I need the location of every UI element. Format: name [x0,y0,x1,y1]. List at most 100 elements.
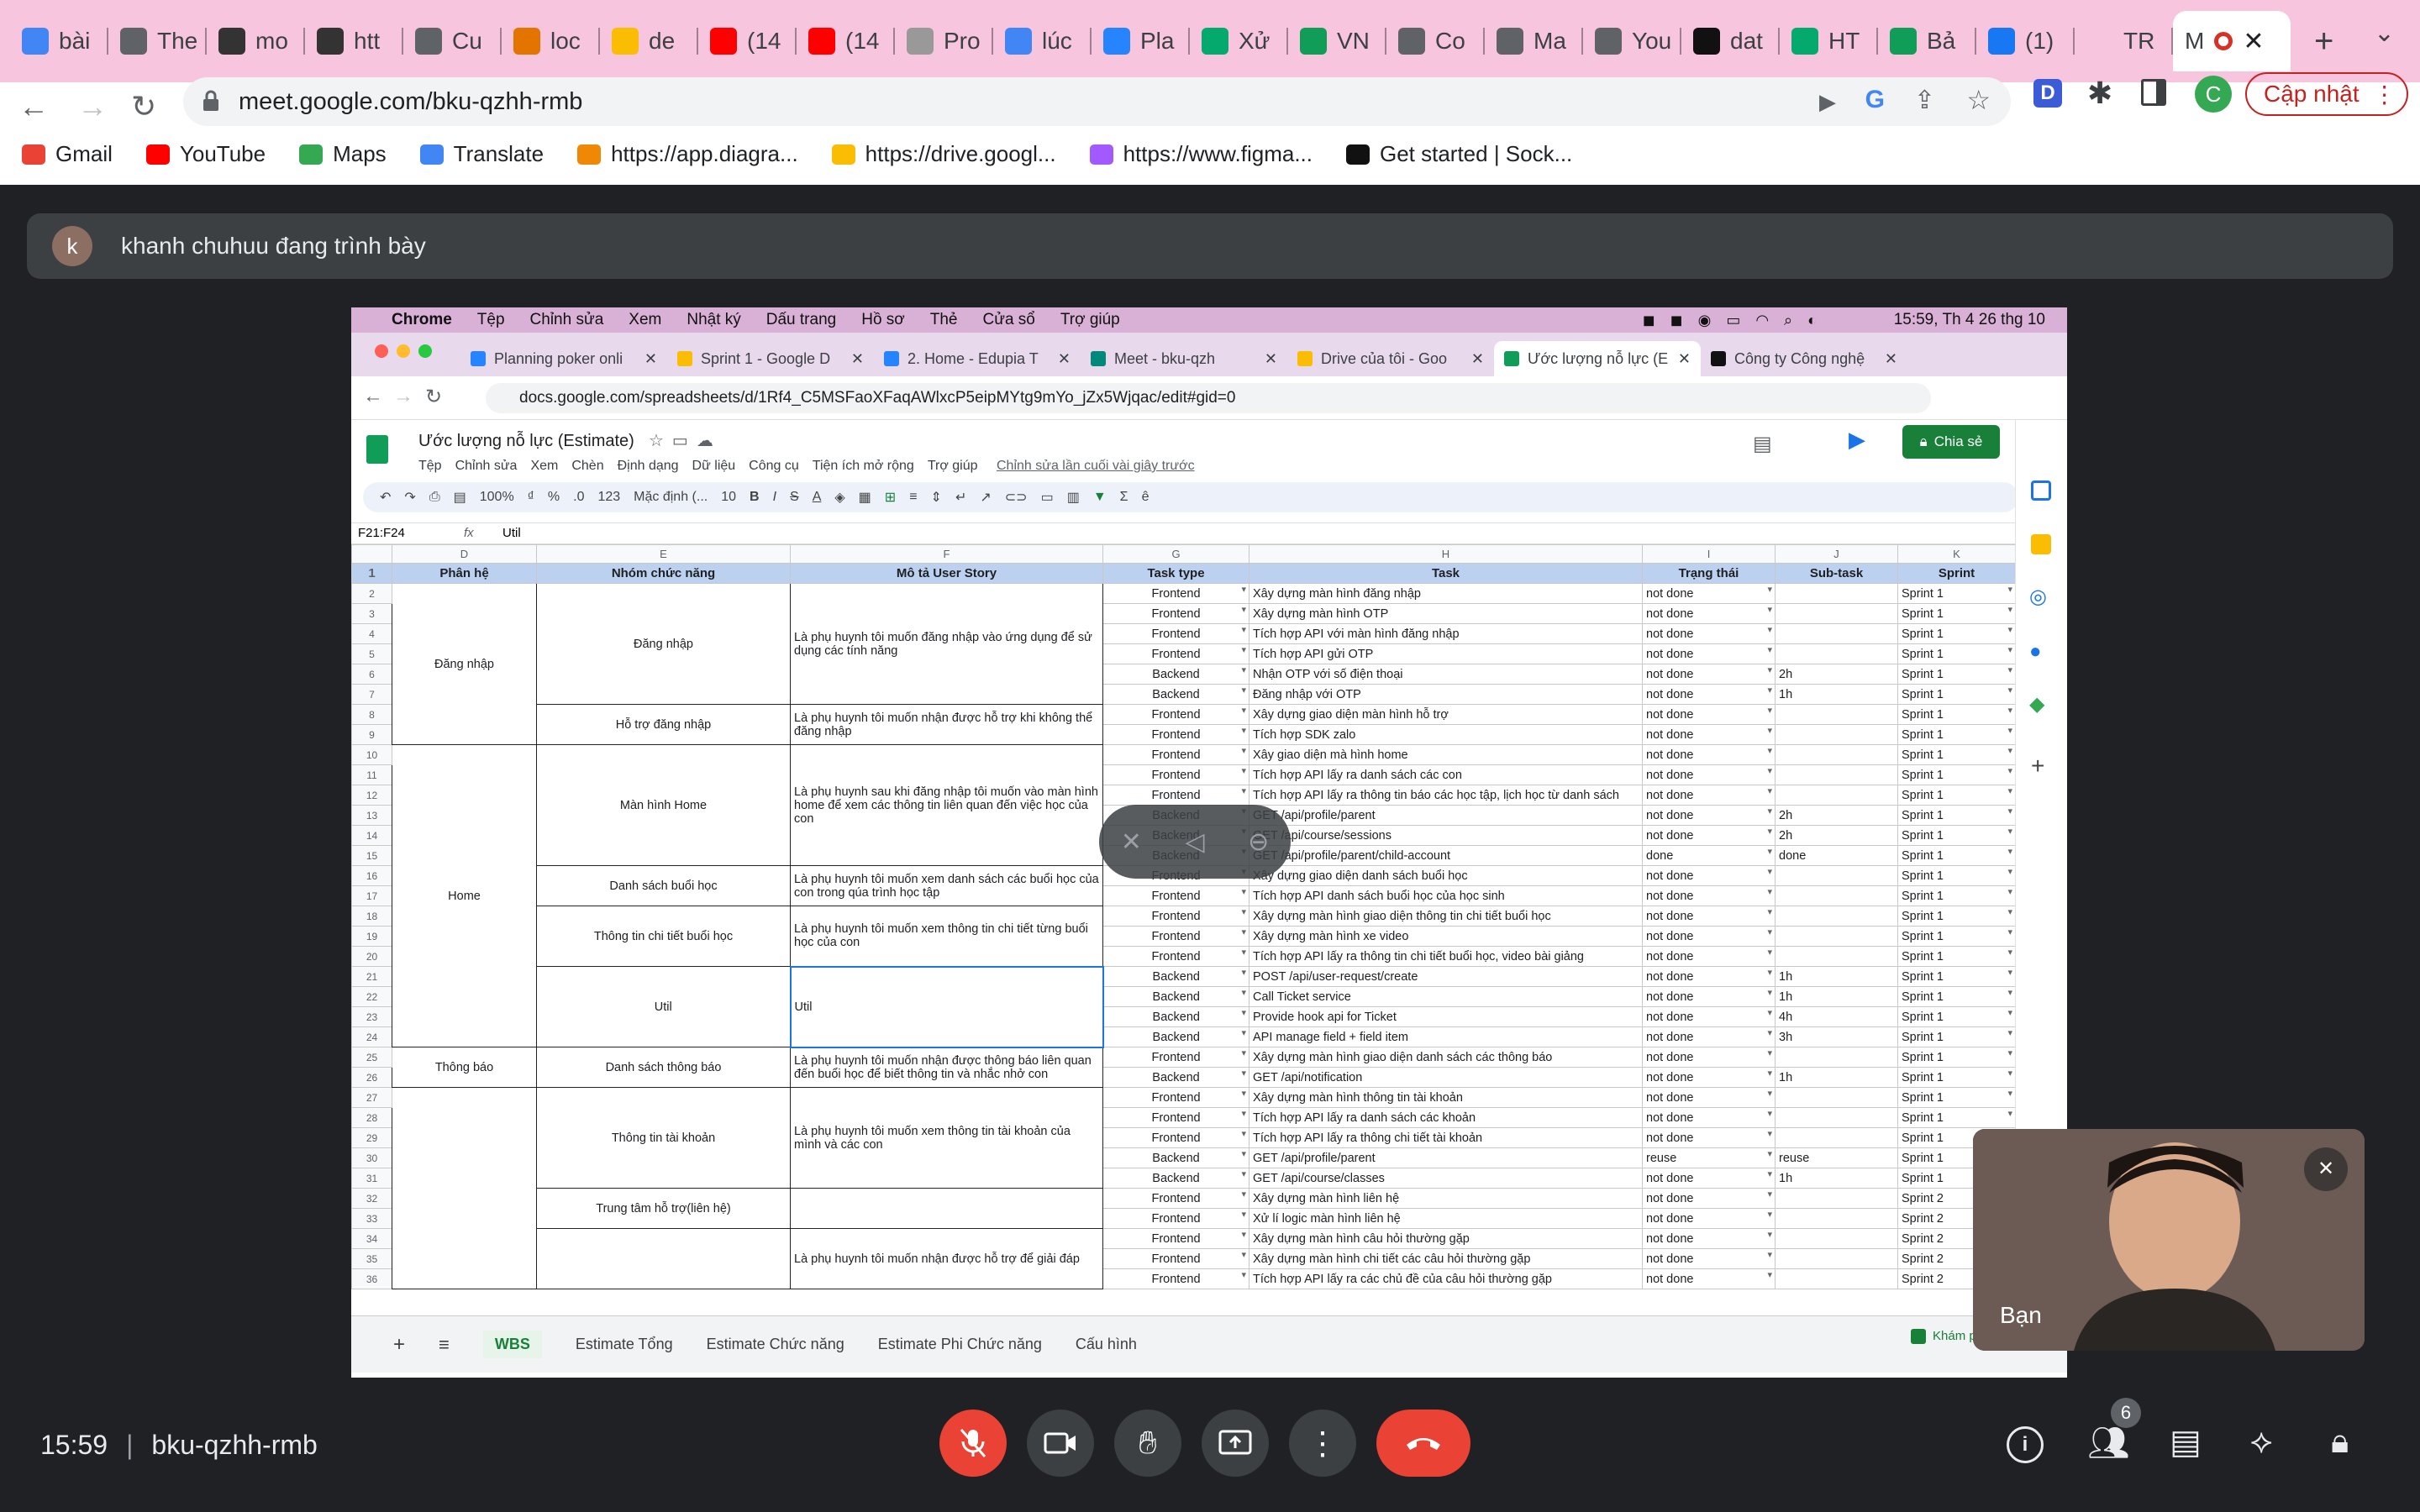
subtask-cell[interactable]: 4h [1775,1006,1898,1027]
bookmark-item[interactable]: https://www.figma... [1089,141,1313,167]
formula-input[interactable]: Util [502,526,521,540]
user-story-cell[interactable]: Là phụ huynh tôi muốn nhận được thông bá… [790,1047,1103,1088]
status-cell[interactable]: not done [1642,986,1776,1007]
user-story-cell[interactable]: Util [789,965,1104,1048]
sprint-cell[interactable]: Sprint 1 [1897,664,2016,685]
meet-call-icon[interactable]: ▶ [1849,427,1865,453]
user-story-cell[interactable]: Là phụ huynh tôi muốn nhận được hỗ trợ k… [790,704,1103,745]
browser-tab[interactable]: Co [1386,11,1485,71]
site-info-icon[interactable] [202,89,220,113]
sprint-cell[interactable]: Sprint 1 [1897,885,2016,906]
task-cell[interactable]: Tích hợp API lấy ra các chủ đề của câu h… [1249,1268,1643,1289]
task-type-cell[interactable]: Frontend [1102,724,1249,745]
task-cell[interactable]: GET /api/course/sessions [1249,825,1643,846]
browser-tab[interactable]: The [108,11,207,71]
filter-icon[interactable]: ▼ [1093,490,1107,505]
task-type-cell[interactable]: Backend [1102,1026,1249,1047]
sheets-logo-icon[interactable] [366,435,388,464]
percent-icon[interactable]: % [548,490,560,505]
user-story-cell[interactable]: Là phụ huynh tôi muốn đăng nhập vào ứng … [790,583,1103,705]
sheets-menu-item[interactable]: Chỉnh sửa [455,459,518,474]
subtask-cell[interactable]: 1h [1775,684,1898,705]
row-number[interactable]: 32 [351,1188,392,1209]
task-cell[interactable]: Xử lí logic màn hình liên hệ [1249,1208,1643,1229]
sprint-cell[interactable]: Sprint 1 [1897,825,2016,846]
row-number[interactable]: 26 [351,1067,392,1088]
nhom-chuc-nang-cell[interactable]: Thông tin chi tiết buổi học [536,906,791,967]
task-cell[interactable]: Xây dựng màn hình OTP [1249,603,1643,624]
row-number[interactable]: 4 [351,623,392,644]
update-chrome-button[interactable]: Cập nhật ⋮ [2245,72,2408,116]
add-addon-icon[interactable]: + [2031,753,2044,780]
bookmark-item[interactable]: Translate [419,141,544,167]
forward-icon[interactable]: → [77,89,108,124]
task-cell[interactable]: Tích hợp API gửi OTP [1249,643,1643,664]
text-color-icon[interactable]: A [813,490,822,505]
sprint-cell[interactable]: Sprint 1 [1897,1067,2016,1088]
task-type-cell[interactable]: Frontend [1102,603,1249,624]
task-cell[interactable]: Xây dựng màn hình xe video [1249,926,1643,947]
task-type-cell[interactable]: Frontend [1102,1127,1249,1148]
status-cell[interactable]: not done [1642,684,1776,705]
inner-reload-icon[interactable]: ↻ [425,385,442,409]
sprint-cell[interactable]: Sprint 1 [1897,906,2016,927]
sheets-menu-item[interactable]: Xem [530,459,558,474]
inner-tab[interactable]: 2. Home - Edupia T ✕ [874,341,1081,376]
row-number[interactable]: 36 [351,1268,392,1289]
sprint-cell[interactable]: Sprint 1 [1897,785,2016,806]
self-video-tile[interactable]: Bạn ✕ [1973,1129,2365,1351]
task-cell[interactable]: Xây dựng giao diện danh sách buổi học [1249,865,1643,886]
more-options-button[interactable]: ⋮ [1289,1410,1356,1477]
task-type-cell[interactable]: Frontend [1102,764,1249,785]
sprint-cell[interactable]: Sprint 1 [1897,684,2016,705]
browser-tab[interactable]: Bả [1878,11,1976,71]
browser-tab[interactable]: dat [1681,11,1780,71]
sprint-cell[interactable]: Sprint 1 [1897,966,2016,987]
column-header[interactable]: Sprint [1897,563,2016,584]
column-header[interactable]: Mô tả User Story [790,563,1103,584]
back-icon[interactable]: ← [18,89,49,124]
task-type-cell[interactable]: Frontend [1102,926,1249,947]
nhom-chuc-nang-cell[interactable]: Hỗ trợ đăng nhập [536,704,791,745]
status-cell[interactable]: not done [1642,583,1776,604]
sprint-cell[interactable]: Sprint 1 [1897,764,2016,785]
column-header[interactable]: Task type [1102,563,1249,584]
mac-menu-item[interactable]: Cửa sổ [983,311,1035,329]
extension-d-icon[interactable]: D [2033,79,2062,108]
row-number[interactable]: 27 [351,1087,392,1108]
inner-tab-close-icon[interactable]: ✕ [851,350,864,368]
status-cell[interactable]: not done [1642,1268,1776,1289]
title-actions-icons[interactable]: ☆▭☁ [649,430,722,451]
task-cell[interactable]: Tích hợp API danh sách buổi học của học … [1249,885,1643,906]
task-type-cell[interactable]: Frontend [1102,643,1249,664]
status-cell[interactable]: not done [1642,785,1776,806]
browser-tab[interactable]: bài [10,11,108,71]
row-number[interactable]: 12 [351,785,392,806]
browser-tab[interactable]: Ma [1485,11,1583,71]
subtask-cell[interactable] [1775,704,1898,725]
row-number[interactable]: 3 [351,603,392,624]
subtask-cell[interactable] [1775,724,1898,745]
subtask-cell[interactable] [1775,1248,1898,1269]
task-type-cell[interactable]: Frontend [1102,704,1249,725]
speaker-off-icon[interactable]: ◁ [1185,827,1204,857]
sheets-menu-item[interactable]: Định dạng [618,459,679,474]
name-box[interactable]: F21:F24 [358,526,405,540]
task-cell[interactable]: POST /api/user-request/create [1249,966,1643,987]
input-tools-icon[interactable]: ê [1142,490,1150,505]
task-type-cell[interactable]: Frontend [1102,744,1249,765]
task-type-cell[interactable]: Frontend [1102,623,1249,644]
chat-icon[interactable]: ▤ [2170,1423,2202,1462]
task-cell[interactable]: Provide hook api for Ticket [1249,1006,1643,1027]
subtask-cell[interactable] [1775,603,1898,624]
sprint-cell[interactable]: Sprint 1 [1897,724,2016,745]
mac-menu-item[interactable]: Dấu trang [766,311,836,329]
tab-search-chevron-icon[interactable]: ⌄ [2374,18,2395,48]
status-cell[interactable]: reuse [1642,1147,1776,1168]
share-button[interactable]: 🔒︎ Chia sẻ [1902,425,2000,459]
inner-address-bar[interactable]: docs.google.com/spreadsheets/d/1Rf4_C5MS… [486,383,1931,413]
nhom-chuc-nang-cell[interactable] [536,1228,791,1289]
task-cell[interactable]: GET /api/profile/parent [1249,1147,1643,1168]
task-cell[interactable]: Xây giao diện mà hình home [1249,744,1643,765]
task-cell[interactable]: Xây dựng màn hình chi tiết các câu hỏi t… [1249,1248,1643,1269]
